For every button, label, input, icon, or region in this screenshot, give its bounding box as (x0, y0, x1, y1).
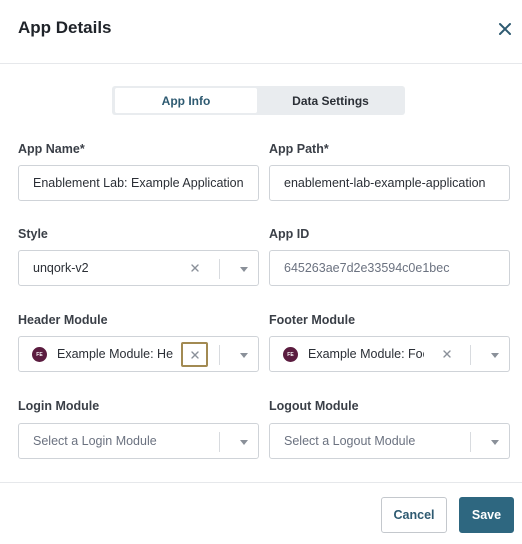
chevron-down-icon[interactable] (490, 437, 500, 447)
footer-module-select[interactable]: FE Example Module: Foo (269, 336, 510, 372)
chevron-down-icon[interactable] (239, 350, 249, 360)
clear-icon (443, 350, 451, 358)
logout-module-separator (470, 432, 471, 452)
chevron-down-icon[interactable] (490, 350, 500, 360)
app-name-value: Enablement Lab: Example Application (33, 176, 244, 190)
app-id-value: 645263ae7d2e33594c0e1bec (284, 261, 450, 275)
dialog-title: App Details (18, 18, 112, 37)
close-icon (499, 23, 511, 35)
app-path-label: App Path* (269, 142, 329, 156)
header-module-separator (219, 345, 220, 365)
dialog-header: App Details (0, 0, 522, 64)
login-module-separator (219, 432, 220, 452)
app-path-input[interactable]: enablement-lab-example-application (269, 165, 510, 201)
tab-data-settings[interactable]: Data Settings (258, 88, 403, 113)
module-badge-icon: FE (283, 347, 298, 362)
login-module-label: Login Module (18, 399, 100, 413)
logout-module-placeholder: Select a Logout Module (284, 434, 416, 448)
style-select[interactable]: unqork-v2 (18, 250, 259, 286)
save-button[interactable]: Save (459, 497, 514, 533)
clear-icon (190, 350, 199, 359)
tab-bar: App Info Data Settings (112, 86, 405, 115)
close-button[interactable] (496, 20, 514, 38)
footer-module-separator (470, 345, 471, 365)
footer-module-value: Example Module: Foo (308, 347, 424, 361)
style-label: Style (18, 227, 48, 241)
logout-module-select[interactable]: Select a Logout Module (269, 423, 510, 459)
app-id-label: App ID (269, 227, 310, 241)
logout-module-label: Logout Module (269, 399, 359, 413)
header-module-clear-button[interactable] (181, 342, 208, 367)
chevron-down-icon[interactable] (239, 437, 249, 447)
clear-icon (191, 264, 199, 272)
header-module-value: Example Module: Hea (57, 347, 173, 361)
footer-module-clear-button[interactable] (439, 346, 455, 362)
login-module-select[interactable]: Select a Login Module (18, 423, 259, 459)
chevron-down-icon[interactable] (239, 264, 249, 274)
style-value: unqork-v2 (33, 261, 89, 275)
style-separator (219, 259, 220, 279)
footer-module-label: Footer Module (269, 313, 356, 327)
header-module-select[interactable]: FE Example Module: Hea (18, 336, 259, 372)
tab-app-info[interactable]: App Info (115, 88, 257, 113)
app-name-input[interactable]: Enablement Lab: Example Application (18, 165, 259, 201)
style-clear-button[interactable] (187, 260, 203, 276)
app-path-value: enablement-lab-example-application (284, 176, 486, 190)
app-name-label: App Name* (18, 142, 85, 156)
header-module-label: Header Module (18, 313, 108, 327)
app-id-field: 645263ae7d2e33594c0e1bec (269, 250, 510, 286)
cancel-button[interactable]: Cancel (381, 497, 447, 533)
login-module-placeholder: Select a Login Module (33, 434, 157, 448)
module-badge-icon: FE (32, 347, 47, 362)
